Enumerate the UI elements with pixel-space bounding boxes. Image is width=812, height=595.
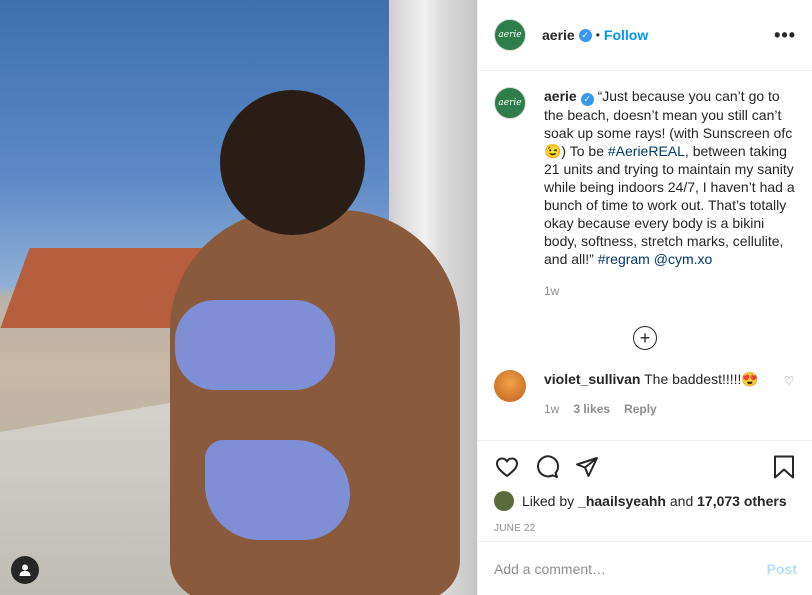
caption-text-2: , between taking 21 units and trying to …	[544, 142, 795, 267]
photo-bikini-bottom	[205, 440, 350, 540]
comment-avatar[interactable]	[494, 369, 526, 402]
comment-input[interactable]	[494, 560, 767, 577]
verified-badge-icon: ✓	[580, 92, 594, 106]
comment-meta: 1w 3 likes Reply	[544, 400, 782, 418]
post-date[interactable]: JUNE 22	[494, 523, 797, 534]
caption-body: aerie ✓ “Just because you can’t go to the…	[544, 87, 796, 300]
bookmark-icon[interactable]	[771, 454, 797, 480]
header-avatar[interactable]: aerie	[494, 19, 526, 51]
comment-item: violet_sullivan The baddest!!!!!😍 1w 3 l…	[494, 369, 796, 418]
post-sidebar: aerie aerie ✓ • Follow ••• aerie aerie ✓ …	[477, 0, 812, 595]
caption-timestamp[interactable]: 1w	[544, 282, 796, 300]
mention-link[interactable]: @cym.xo	[654, 251, 713, 267]
caption: aerie aerie ✓ “Just because you can’t go …	[494, 87, 796, 300]
liker-username[interactable]: _haailsyeahh	[578, 493, 666, 509]
follow-button[interactable]: Follow	[604, 27, 648, 43]
likes-and: and	[669, 493, 694, 509]
load-more-comments: +	[494, 325, 796, 350]
like-heart-icon[interactable]	[494, 454, 520, 480]
tagged-user-button[interactable]	[11, 556, 39, 584]
add-comment-bar: Post	[478, 541, 812, 595]
comment-likes[interactable]: 3 likes	[573, 400, 610, 418]
comment-bubble-icon[interactable]	[534, 454, 560, 480]
post-comment-button[interactable]: Post	[767, 561, 797, 577]
header-username[interactable]: aerie	[542, 27, 575, 43]
photo-bikini-top	[175, 300, 335, 390]
post-header: aerie aerie ✓ • Follow •••	[478, 0, 812, 71]
share-send-icon[interactable]	[574, 454, 600, 480]
comment-body: violet_sullivan The baddest!!!!!😍 1w 3 l…	[544, 370, 782, 418]
post-actions: Liked by _haailsyeahh and 17,073 others …	[478, 440, 812, 534]
separator-dot: •	[595, 28, 600, 42]
user-icon	[19, 564, 31, 576]
hashtag-link[interactable]: #AerieREAL	[608, 143, 685, 159]
comment-timestamp[interactable]: 1w	[544, 400, 559, 418]
comments-section[interactable]: aerie aerie ✓ “Just because you can’t go …	[478, 71, 812, 440]
comment-text: The baddest!!!!!😍	[644, 370, 759, 387]
caption-username[interactable]: aerie	[544, 88, 577, 104]
photo-person-hair	[220, 90, 365, 235]
action-bar	[494, 453, 797, 481]
likes-count[interactable]: 17,073 others	[697, 493, 787, 509]
plus-circle-icon[interactable]: +	[633, 325, 657, 350]
post-photo[interactable]	[0, 0, 477, 595]
comment-like-heart-icon[interactable]: ♡	[782, 374, 796, 418]
more-options-icon[interactable]: •••	[774, 25, 796, 46]
caption-avatar[interactable]: aerie	[494, 87, 526, 119]
hashtag-link[interactable]: #regram	[598, 251, 650, 267]
comment-reply-button[interactable]: Reply	[624, 400, 657, 418]
likes-summary: Liked by _haailsyeahh and 17,073 others	[494, 491, 797, 511]
liker-avatar[interactable]	[494, 491, 514, 511]
likes-prefix: Liked by	[522, 493, 575, 509]
verified-badge-icon: ✓	[578, 28, 592, 42]
comment-username[interactable]: violet_sullivan	[544, 371, 640, 387]
